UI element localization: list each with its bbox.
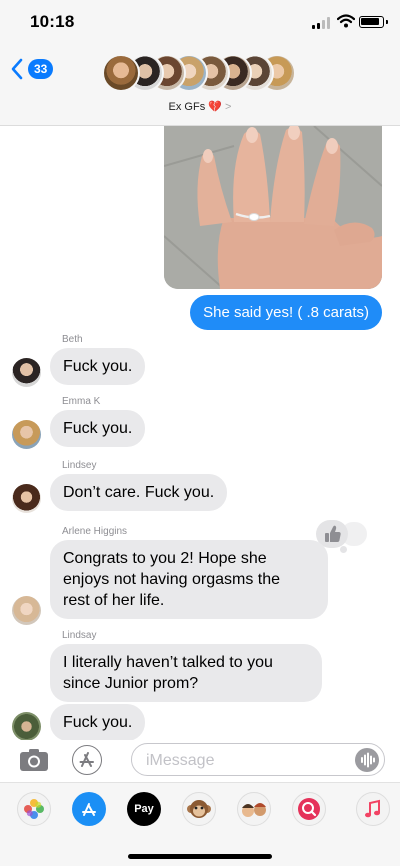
- message-line: enjoys not having orgasms the: [63, 571, 281, 588]
- message-line: Congrats to you 2! Hope she: [63, 550, 267, 567]
- received-message-bubble[interactable]: Fuck you.: [50, 704, 146, 740]
- message-input[interactable]: iMessage: [131, 743, 385, 776]
- avatar[interactable]: [12, 358, 41, 387]
- music-note-icon: [365, 799, 380, 818]
- wifi-icon: [337, 14, 355, 28]
- message-line: rest of her life.: [63, 592, 165, 609]
- sender-name: Lindsay: [62, 630, 97, 641]
- app-store-icon[interactable]: [72, 745, 102, 775]
- conversation-header: 33 Ex GFs 💔 >: [0, 44, 400, 126]
- globe-search-icon: [298, 798, 320, 820]
- sent-message-bubble[interactable]: She said yes! ( .8 carats): [190, 295, 382, 330]
- photos-app-icon[interactable]: [17, 792, 51, 826]
- group-avatar-stack[interactable]: [102, 54, 302, 94]
- music-app-icon[interactable]: [356, 792, 390, 826]
- apple-pay-label: Pay: [134, 803, 154, 815]
- sender-name: Lindsey: [62, 460, 97, 471]
- back-button[interactable]: 33: [10, 58, 54, 80]
- received-message-bubble[interactable]: Congrats to you 2! Hope she enjoys not h…: [50, 540, 328, 619]
- home-indicator[interactable]: [128, 854, 272, 859]
- battery-icon: [359, 16, 388, 28]
- avatar[interactable]: [12, 484, 41, 513]
- avatar[interactable]: [12, 712, 41, 740]
- memoji-icon: [242, 803, 266, 817]
- compose-bar: iMessage: [0, 740, 400, 780]
- status-bar: 10:18: [0, 0, 400, 44]
- apple-pay-app-icon[interactable]: Pay: [127, 792, 161, 826]
- message-line: I literally haven’t talked to you: [63, 654, 273, 671]
- monkey-icon: [187, 800, 211, 818]
- imessage-app-drawer: Pay: [0, 782, 400, 866]
- received-message-bubble[interactable]: Fuck you.: [50, 348, 146, 385]
- chevron-right-icon: >: [225, 101, 232, 113]
- app-store-glyph: [79, 752, 94, 767]
- broken-heart-icon: 💔: [208, 101, 222, 113]
- sender-name: Emma K: [62, 396, 101, 407]
- photos-icon: [24, 799, 44, 819]
- hand-with-ring-image: [164, 126, 382, 289]
- sender-name: Beth: [62, 334, 83, 345]
- tapback-tail: [340, 546, 347, 553]
- message-line: since Junior prom?: [63, 675, 199, 692]
- camera-icon[interactable]: [19, 748, 49, 772]
- message-thread[interactable]: She said yes! ( .8 carats) Beth Fuck you…: [0, 126, 400, 740]
- avatar[interactable]: [12, 420, 41, 449]
- audio-message-button[interactable]: [355, 748, 379, 772]
- cellular-signal-icon: [312, 17, 332, 29]
- message-input-placeholder: iMessage: [146, 752, 215, 769]
- status-time: 10:18: [30, 12, 75, 31]
- group-name[interactable]: Ex GFs 💔 >: [0, 100, 400, 113]
- app-store-app-icon[interactable]: [72, 792, 106, 826]
- sender-name: Arlene Higgins: [62, 526, 128, 537]
- animoji-app-icon[interactable]: [182, 792, 216, 826]
- received-message-bubble[interactable]: Don’t care. Fuck you.: [50, 474, 228, 511]
- received-message-bubble[interactable]: I literally haven’t talked to you since …: [50, 644, 322, 702]
- received-message-bubble[interactable]: Fuck you.: [50, 410, 146, 447]
- chevron-left-icon: [11, 58, 23, 80]
- avatar: [102, 54, 140, 92]
- ring-photo[interactable]: [164, 126, 382, 289]
- app-store-a-icon: [82, 803, 96, 816]
- unread-count-badge: 33: [28, 59, 54, 79]
- memoji-app-icon[interactable]: [237, 792, 271, 826]
- group-name-label: Ex GFs: [168, 101, 206, 113]
- images-search-app-icon[interactable]: [292, 792, 326, 826]
- avatar[interactable]: [12, 596, 41, 625]
